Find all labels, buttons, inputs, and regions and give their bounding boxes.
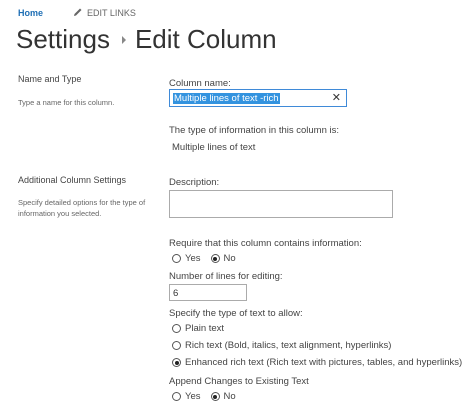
home-link[interactable]: Home [18, 8, 43, 18]
text-type-enhanced-option[interactable]: Enhanced rich text (Rich text with pictu… [172, 357, 462, 368]
edit-links-button[interactable]: EDIT LINKS [72, 7, 136, 18]
name-and-type-heading: Name and Type [18, 74, 82, 84]
lines-label: Number of lines for editing: [169, 271, 283, 282]
edit-links-label: EDIT LINKS [87, 7, 136, 18]
name-and-type-description: Type a name for this column. [18, 98, 115, 107]
text-type-rich-option[interactable]: Rich text (Bold, italics, text alignment… [172, 340, 391, 351]
text-type-enhanced-radio[interactable] [172, 358, 181, 367]
text-type-label: Specify the type of text to allow: [169, 308, 303, 319]
top-nav-bar: Home EDIT LINKS [0, 0, 474, 24]
additional-settings-description: Specify detailed options for the type of… [18, 198, 146, 218]
require-no-option[interactable]: No [210, 253, 236, 264]
pencil-icon [72, 7, 83, 18]
breadcrumb-parent[interactable]: Settings [16, 24, 110, 55]
append-no-label: No [223, 391, 236, 402]
append-no-option[interactable]: No [210, 391, 236, 402]
description-textarea[interactable] [169, 190, 393, 218]
breadcrumb-separator-icon [121, 35, 127, 45]
clear-icon[interactable]: ✕ [332, 92, 341, 104]
require-no-radio[interactable] [210, 254, 220, 263]
type-info-label: The type of information in this column i… [169, 125, 340, 136]
text-type-rich-radio[interactable] [172, 341, 181, 350]
additional-settings-heading: Additional Column Settings [18, 175, 127, 185]
require-yes-label: Yes [185, 253, 201, 264]
column-name-value: Multiple lines of text -rich [173, 93, 280, 104]
append-yes-option[interactable]: Yes [172, 391, 201, 402]
require-radio-group: Yes No [172, 253, 246, 264]
text-type-rich-label: Rich text (Bold, italics, text alignment… [185, 340, 392, 351]
text-type-enhanced-label: Enhanced rich text (Rich text with pictu… [185, 357, 463, 368]
append-yes-radio[interactable] [172, 392, 181, 401]
append-radio-group: Yes No [172, 391, 246, 402]
type-info-value: Multiple lines of text [172, 142, 256, 153]
require-label: Require that this column contains inform… [169, 238, 362, 249]
page-title: Settings Edit Column [16, 24, 277, 55]
append-no-radio[interactable] [210, 392, 220, 401]
append-yes-label: Yes [185, 391, 201, 402]
text-type-plain-label: Plain text [185, 323, 225, 334]
lines-input[interactable]: 6 [169, 284, 247, 301]
text-type-plain-radio[interactable] [172, 324, 181, 333]
breadcrumb-current: Edit Column [134, 24, 277, 54]
append-label: Append Changes to Existing Text [169, 376, 309, 387]
column-name-input[interactable]: Multiple lines of text -rich ✕ [169, 89, 347, 107]
description-label: Description: [169, 177, 220, 188]
require-yes-option[interactable]: Yes [172, 253, 201, 264]
column-name-label: Column name: [169, 78, 231, 89]
require-yes-radio[interactable] [172, 254, 181, 263]
require-no-label: No [223, 253, 236, 264]
text-type-plain-option[interactable]: Plain text [172, 323, 224, 334]
